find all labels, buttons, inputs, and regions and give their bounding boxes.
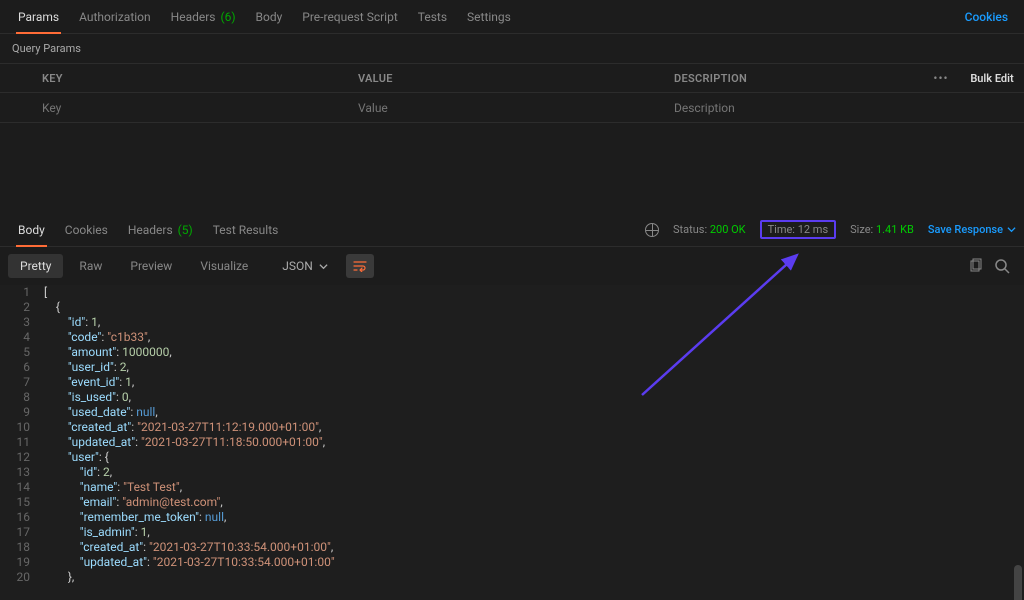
time-item: Time: 12 ms [760,220,837,239]
tab-body[interactable]: Body [246,1,293,33]
response-tab-cookies[interactable]: Cookies [55,214,118,246]
response-body-code[interactable]: 1234567891011121314151617181920 [ { "id"… [0,285,1024,600]
view-pretty-button[interactable]: Pretty [8,254,63,278]
tab-headers-count: (6) [220,10,235,24]
view-visualize-button[interactable]: Visualize [188,254,260,278]
globe-icon[interactable] [645,223,659,237]
chevron-down-icon [319,262,328,271]
copy-icon[interactable] [968,258,984,274]
tab-prerequest[interactable]: Pre-request Script [292,1,407,33]
params-col-value: VALUE [350,72,666,85]
code-lines[interactable]: [ { "id": 1, "code": "c1b33", "amount": … [40,285,1024,600]
params-col-description: DESCRIPTION [666,72,922,85]
key-input[interactable] [42,101,342,115]
body-toolbar: Pretty Raw Preview Visualize JSON [0,247,1024,285]
wrap-icon [353,260,367,272]
line-gutter: 1234567891011121314151617181920 [0,285,40,600]
tab-authorization[interactable]: Authorization [69,1,161,33]
tab-headers-label: Headers [171,10,216,24]
value-input[interactable] [358,101,658,115]
bulk-edit-button[interactable]: Bulk Edit [960,72,1024,85]
wrap-lines-button[interactable] [346,254,374,278]
cookies-link[interactable]: Cookies [965,10,1016,24]
response-tab-headers-label: Headers [128,223,173,237]
params-input-row [0,93,1024,123]
chevron-down-icon [1007,225,1016,234]
save-response-button[interactable]: Save Response [928,223,1016,236]
search-icon[interactable] [994,258,1010,274]
response-tab-body[interactable]: Body [8,214,55,246]
tab-tests[interactable]: Tests [408,1,457,33]
request-tabs: Params Authorization Headers (6) Body Pr… [0,0,1024,34]
status-item: Status: 200 OK [673,223,746,236]
tab-headers[interactable]: Headers (6) [161,1,246,33]
params-header-row: KEY VALUE DESCRIPTION ••• Bulk Edit [0,63,1024,93]
view-raw-button[interactable]: Raw [67,254,114,278]
view-preview-button[interactable]: Preview [118,254,184,278]
query-params-label: Query Params [0,34,1024,63]
params-table: KEY VALUE DESCRIPTION ••• Bulk Edit [0,63,1024,123]
tab-settings[interactable]: Settings [457,1,521,33]
response-tab-headers[interactable]: Headers (5) [118,214,203,246]
params-col-key: KEY [34,72,350,85]
params-more-button[interactable]: ••• [922,71,960,85]
response-status-block: Status: 200 OK Time: 12 ms Size: 1.41 KB… [645,220,1016,239]
response-tab-headers-count: (5) [178,223,193,237]
response-tab-test-results[interactable]: Test Results [203,214,289,246]
tab-params[interactable]: Params [8,1,69,33]
description-input[interactable] [674,101,914,115]
size-item: Size: 1.41 KB [850,223,914,236]
response-tabs: Body Cookies Headers (5) Test Results St… [0,213,1024,247]
format-select[interactable]: JSON [272,254,338,278]
